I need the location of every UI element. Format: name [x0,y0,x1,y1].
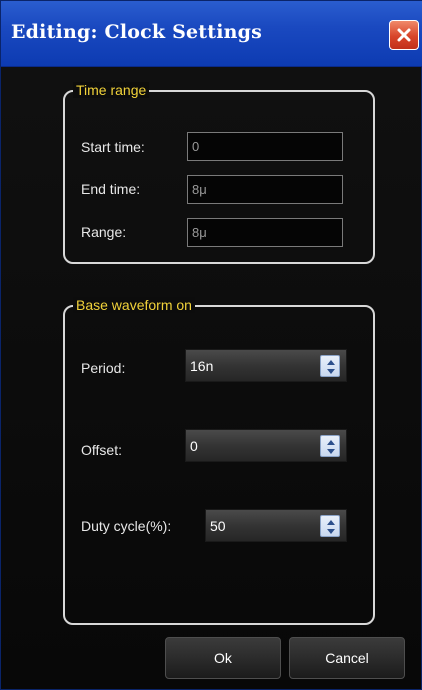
title-bar[interactable]: Editing: Clock Settings [1,1,422,67]
period-stepper[interactable] [320,355,340,377]
range-field[interactable]: 8μ [187,218,343,247]
ok-button[interactable]: Ok [165,637,281,679]
offset-spinbox[interactable]: 0 [185,429,347,462]
base-waveform-legend: Base waveform on [73,297,195,313]
duty-cycle-value[interactable]: 50 [210,518,226,534]
start-time-label: Start time: [81,139,145,155]
duty-cycle-label: Duty cycle(%): [81,518,172,534]
up-down-arrows-icon [327,360,335,374]
end-time-field[interactable]: 8μ [187,175,343,204]
close-button[interactable] [389,20,419,50]
period-value[interactable]: 16n [190,358,213,374]
end-time-label: End time: [81,181,141,197]
offset-label: Offset: [81,442,122,458]
offset-value[interactable]: 0 [190,438,198,454]
close-icon [397,28,411,42]
up-down-arrows-icon [327,440,335,454]
window-title: Editing: Clock Settings [11,21,263,43]
range-label: Range: [81,224,127,240]
period-spinbox[interactable]: 16n [185,349,347,382]
period-label: Period: [81,360,126,376]
offset-stepper[interactable] [320,435,340,457]
start-time-field[interactable]: 0 [187,132,343,161]
clock-settings-dialog: Editing: Clock Settings Time range Start… [0,0,422,690]
time-range-legend: Time range [73,82,150,98]
duty-cycle-stepper[interactable] [320,515,340,537]
duty-cycle-spinbox[interactable]: 50 [205,509,347,542]
up-down-arrows-icon [327,520,335,534]
cancel-button[interactable]: Cancel [289,637,405,679]
